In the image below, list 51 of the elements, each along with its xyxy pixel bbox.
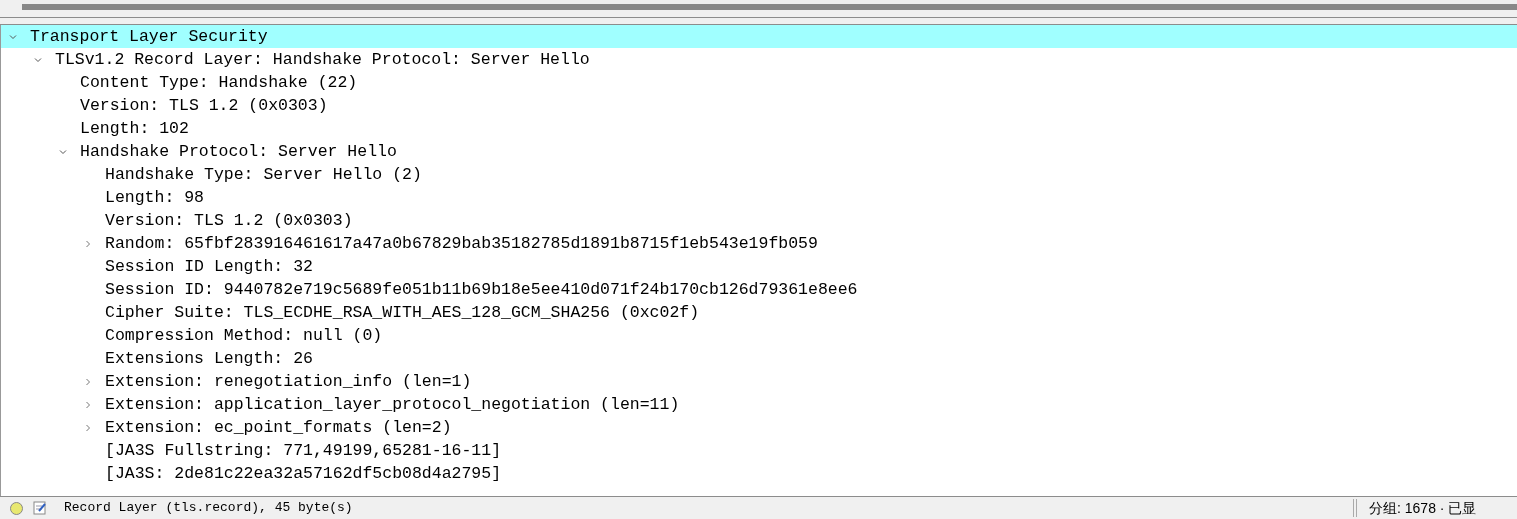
packet-count: 分组: 1678 · 已显 [1369, 498, 1478, 518]
tree-item-label: Handshake Type: Server Hello (2) [105, 164, 422, 186]
tree-item[interactable]: Version: TLS 1.2 (0x0303) [1, 94, 1517, 117]
chevron-down-icon[interactable] [59, 147, 67, 156]
chevron-right-icon[interactable] [84, 239, 92, 248]
tree-item-label: [JA3S Fullstring: 771,49199,65281-16-11] [105, 440, 502, 462]
tree-item[interactable]: Session ID Length: 32 [1, 255, 1517, 278]
tree-item[interactable]: Extension: renegotiation_info (len=1) [1, 370, 1517, 393]
tree-item[interactable]: Extensions Length: 26 [1, 347, 1517, 370]
tree-item-label: Transport Layer Security [30, 26, 268, 48]
chevron-down-icon[interactable] [9, 32, 17, 41]
tree-item-label: Session ID Length: 32 [105, 256, 313, 278]
tree-item-label: Extensions Length: 26 [105, 348, 313, 370]
tree-item-label: Length: 102 [80, 118, 189, 140]
tree-item[interactable]: Handshake Type: Server Hello (2) [1, 163, 1517, 186]
tree-item[interactable]: Length: 102 [1, 117, 1517, 140]
tree-item-label: Extension: application_layer_protocol_negotiation (len=11) [105, 394, 680, 416]
tree-item[interactable]: TLSv1.2 Record Layer: Handshake Protocol: Server Hello [1, 48, 1517, 71]
tree-item[interactable]: [JA3S Fullstring: 771,49199,65281-16-11] [1, 439, 1517, 462]
tree-item[interactable]: [JA3S: 2de81c22ea32a57162df5cb08d4a2795] [1, 462, 1517, 485]
notepad-icon[interactable] [33, 501, 47, 515]
tree-item-label: TLSv1.2 Record Layer: Handshake Protocol: Server Hello [55, 49, 590, 71]
tree-item[interactable]: Cipher Suite: TLS_ECDHE_RSA_WITH_AES_128_GCM_SHA256 (0xc02f) [1, 301, 1517, 324]
tree-item[interactable]: Compression Method: null (0) [1, 324, 1517, 347]
chevron-right-icon[interactable] [84, 400, 92, 409]
tree-item[interactable]: Length: 98 [1, 186, 1517, 209]
tree-item-label: Extension: ec_point_formats (len=2) [105, 417, 452, 439]
expert-info-icon[interactable] [10, 501, 23, 515]
tree-item-label: Content Type: Handshake (22) [80, 72, 358, 94]
field-info: Record Layer (tls.record), 45 byte(s) [64, 499, 353, 518]
tree-item[interactable]: Version: TLS 1.2 (0x0303) [1, 209, 1517, 232]
chevron-down-icon[interactable] [34, 55, 42, 64]
tree-item[interactable]: Extension: ec_point_formats (len=2) [1, 416, 1517, 439]
tree-item-label: Extension: renegotiation_info (len=1) [105, 371, 472, 393]
tree-item-label: Handshake Protocol: Server Hello [80, 141, 397, 163]
tree-item-label: Version: TLS 1.2 (0x0303) [105, 210, 353, 232]
tree-item-label: Version: TLS 1.2 (0x0303) [80, 95, 328, 117]
tree-item[interactable]: Extension: application_layer_protocol_negotiation (len=11) [1, 393, 1517, 416]
tree-item[interactable]: Content Type: Handshake (22) [1, 71, 1517, 94]
tree-item-label: Compression Method: null (0) [105, 325, 383, 347]
tree-item-label: Length: 98 [105, 187, 205, 209]
tree-item[interactable]: Random: 65fbf283916461617a47a0b67829bab35182785d1891b8715f1eb543e19fb059 [1, 232, 1517, 255]
tree-item-label: Session ID: 9440782e719c5689fe051b11b69b18e5ee410d071f24b170cb126d79361e8ee6 [105, 279, 858, 301]
tree-item-label: [JA3S: 2de81c22ea32a57162df5cb08d4a2795] [105, 463, 502, 485]
tree-item[interactable]: Transport Layer Security [1, 25, 1517, 48]
tree-item[interactable]: Session ID: 9440782e719c5689fe051b11b69b18e5ee410d071f24b170cb126d79361e8ee6 [1, 278, 1517, 301]
chevron-right-icon[interactable] [84, 377, 92, 386]
tree-item[interactable]: Handshake Protocol: Server Hello [1, 140, 1517, 163]
tree-item-label: Cipher Suite: TLS_ECDHE_RSA_WITH_AES_128_GCM_SHA256 (0xc02f) [105, 302, 700, 324]
tree-item-label: Random: 65fbf283916461617a47a0b67829bab35182785d1891b8715f1eb543e19fb059 [105, 233, 818, 255]
chevron-right-icon[interactable] [84, 423, 92, 432]
